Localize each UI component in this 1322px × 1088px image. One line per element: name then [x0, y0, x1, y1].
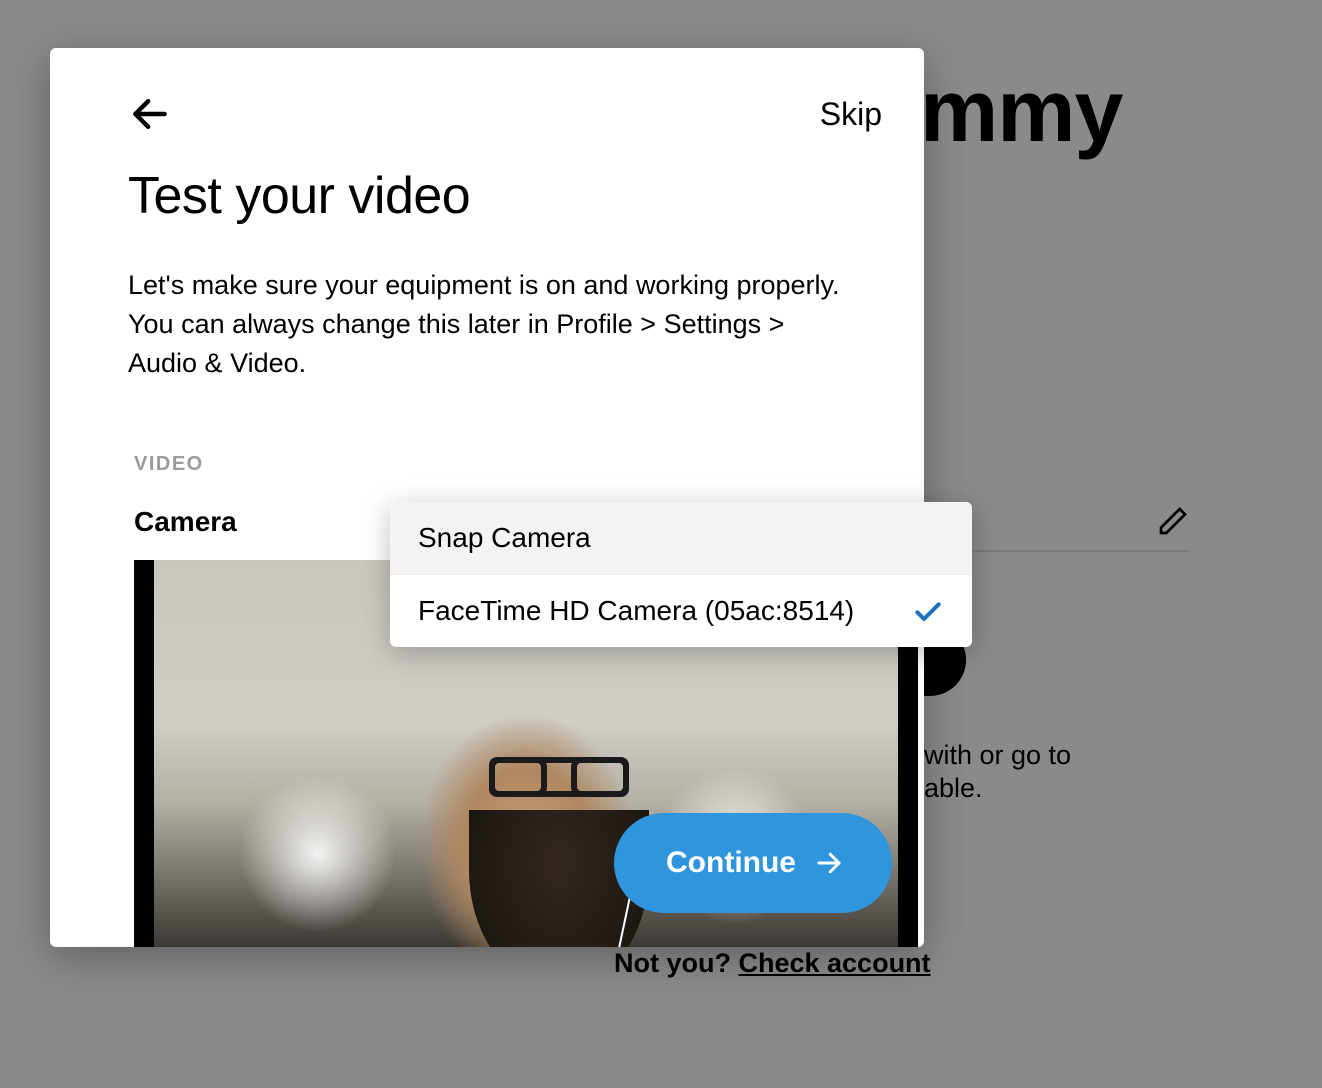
- back-button[interactable]: [126, 90, 174, 138]
- not-you-text: Not you?: [614, 948, 738, 978]
- video-preview-detail: [489, 757, 629, 797]
- arrow-left-icon: [128, 92, 172, 136]
- modal-title: Test your video: [50, 144, 924, 226]
- not-you-row: Not you? Check account: [614, 948, 931, 979]
- modal-description: Let's make sure your equipment is on and…: [50, 226, 924, 383]
- background-info-line-1: with or go to: [924, 740, 1071, 771]
- background-info-line-2: able.: [924, 773, 983, 804]
- camera-option-label: Snap Camera: [418, 522, 591, 554]
- continue-button-label: Continue: [666, 846, 796, 880]
- camera-dropdown[interactable]: Snap Camera FaceTime HD Camera (05ac:851…: [390, 502, 972, 647]
- camera-label: Camera: [134, 506, 237, 538]
- continue-button[interactable]: Continue: [614, 813, 892, 913]
- check-account-link[interactable]: Check account: [738, 948, 930, 978]
- background-title-fragment: mmy: [920, 60, 1122, 162]
- video-section-label: VIDEO: [50, 383, 924, 476]
- test-video-modal: Skip Test your video Let's make sure you…: [50, 48, 924, 947]
- check-icon: [912, 595, 944, 627]
- pencil-edit-icon[interactable]: [1157, 505, 1189, 544]
- camera-option-label: FaceTime HD Camera (05ac:8514): [418, 595, 854, 627]
- camera-option-facetime[interactable]: FaceTime HD Camera (05ac:8514): [390, 574, 972, 647]
- arrow-right-icon: [814, 848, 844, 878]
- camera-option-snap[interactable]: Snap Camera: [390, 502, 972, 574]
- modal-header: Skip: [50, 84, 924, 144]
- skip-button[interactable]: Skip: [820, 96, 882, 133]
